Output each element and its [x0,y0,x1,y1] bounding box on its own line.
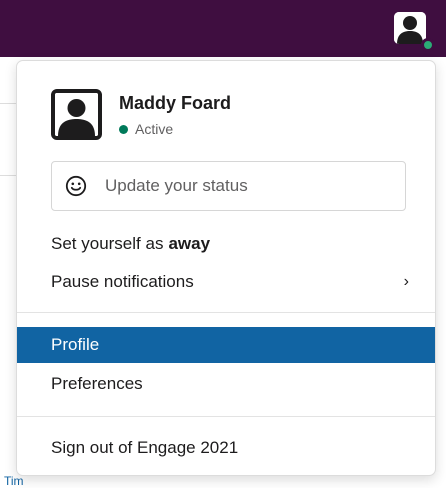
chevron-right-icon: › [403,273,409,290]
pause-notifications-label: Pause notifications [51,272,194,291]
menu-divider [17,312,435,313]
profile-label: Profile [51,335,100,354]
user-avatar-icon [394,12,426,44]
status-placeholder: Update your status [105,176,248,195]
background-divider [0,175,16,176]
active-status-icon [119,124,128,134]
background-divider [0,103,16,104]
menu-divider [17,416,435,417]
smile-icon [64,174,88,198]
user-avatar-icon [55,93,98,136]
set-away-label: Set yourself as [51,234,164,253]
profile-item[interactable]: Profile [17,327,435,363]
presence-label: Active [135,121,174,137]
presence-indicator-icon [421,38,435,52]
menu-avatar [51,89,102,140]
update-status-input[interactable]: Update your status [51,161,406,211]
preferences-label: Preferences [51,374,143,393]
pause-notifications-item[interactable]: Pause notifications › [17,264,435,300]
user-presence: Active [119,121,173,137]
user-name: Maddy Foard [119,93,232,113]
user-avatar-button[interactable] [394,12,426,44]
sign-out-item[interactable]: Sign out of Engage 2021 [17,430,435,466]
top-bar [0,0,446,57]
user-menu: Maddy Foard Active Update your status Se… [16,60,436,476]
sign-out-label: Sign out of Engage 2021 [51,438,239,457]
away-emphasis: away [168,234,211,253]
preferences-item[interactable]: Preferences [17,366,435,402]
set-away-item[interactable]: Set yourself as away [17,226,435,262]
